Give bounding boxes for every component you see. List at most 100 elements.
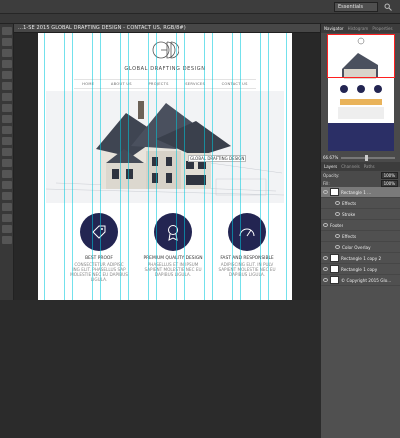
nav-item-contact[interactable]: CONTACT US	[222, 82, 248, 86]
layer-thumbnail	[330, 265, 339, 273]
logo-text: GLOBAL DRAFTING DESIGN	[124, 66, 206, 72]
layers-panel-tabs: Layers Channels Paths	[321, 162, 400, 171]
brush-tool-icon[interactable]	[2, 104, 12, 112]
eye-icon[interactable]	[335, 234, 340, 238]
nav-item-home[interactable]: HOME	[82, 82, 94, 86]
type-tool-icon[interactable]	[2, 192, 12, 200]
zoom-tool-icon[interactable]	[2, 236, 12, 244]
feature-desc: CONSECTETUR ADIPISC ING ELIT. PHASELLUS …	[70, 262, 128, 282]
eye-icon[interactable]	[335, 212, 340, 216]
eye-icon[interactable]	[323, 223, 328, 227]
layer-row[interactable]: Stroke	[321, 209, 400, 220]
layers-fill-row: Fill: 100%	[321, 179, 400, 187]
layer-row[interactable]: Color Overlay	[321, 242, 400, 253]
dodge-tool-icon[interactable]	[2, 170, 12, 178]
house-illustration	[46, 101, 284, 196]
gradient-tool-icon[interactable]	[2, 148, 12, 156]
layer-row[interactable]: Rectangle 1 ...	[321, 187, 400, 198]
search-icon[interactable]	[384, 3, 392, 11]
layers-opacity-row: Opacity: 100%	[321, 171, 400, 179]
zoom-slider[interactable]	[341, 154, 396, 161]
navigator-zoom-row: 66.67%	[321, 153, 400, 162]
zoom-value[interactable]: 66.67%	[323, 155, 338, 160]
nav-item-about[interactable]: ABOUT US	[111, 82, 132, 86]
marquee-tool-icon[interactable]	[2, 38, 12, 46]
opacity-field[interactable]: 100%	[380, 171, 398, 179]
nav-item-projects[interactable]: PROJECTS	[148, 82, 168, 86]
tab-layers[interactable]: Layers	[324, 164, 337, 169]
award-ribbon-icon	[168, 225, 178, 241]
eye-icon[interactable]	[323, 190, 328, 194]
layer-thumbnail	[330, 276, 339, 284]
layer-row[interactable]: Effects	[321, 231, 400, 242]
tab-histogram[interactable]: Histogram	[348, 26, 369, 31]
history-brush-tool-icon[interactable]	[2, 126, 12, 134]
navigator-view-box[interactable]	[327, 34, 395, 78]
layer-row[interactable]: Rectangle 1 copy	[321, 264, 400, 275]
eye-icon[interactable]	[335, 201, 340, 205]
guide-line	[44, 33, 45, 300]
stamp-tool-icon[interactable]	[2, 115, 12, 123]
document-tab-title: ...1-SE 2015 GLOBAL DRAFTING DESIGN - CO…	[18, 25, 186, 31]
tools-panel	[0, 24, 14, 300]
eye-icon[interactable]	[323, 278, 328, 282]
canvas-area[interactable]: GLOBAL DRAFTING DESIGN HOME ABOUT US PRO…	[14, 33, 320, 300]
feature-desc: ADIPISCING ELIT. IN PULV SAPIENT MOLESTI…	[218, 262, 276, 277]
layer-thumbnail	[330, 254, 339, 262]
navigator-preview[interactable]	[321, 33, 400, 153]
site-nav: HOME ABOUT US PROJECTS SERVICES CONTACT …	[74, 79, 256, 89]
path-select-tool-icon[interactable]	[2, 203, 12, 211]
pen-tool-icon[interactable]	[2, 181, 12, 189]
hero-caption: GLOBAL DRAFTING DESIGN	[188, 155, 247, 162]
feature-fast-responsible: FAST AND RESPONSIBLE ADIPISCING ELIT. IN…	[212, 213, 282, 277]
workspace-select[interactable]: Essentials	[334, 2, 378, 12]
options-bar	[0, 14, 400, 24]
shape-tool-icon[interactable]	[2, 214, 12, 222]
blur-tool-icon[interactable]	[2, 159, 12, 167]
tab-channels[interactable]: Channels	[341, 164, 360, 169]
quick-select-tool-icon[interactable]	[2, 60, 12, 68]
eye-icon[interactable]	[323, 267, 328, 271]
layers-panel: Layers Channels Paths Opacity: 100% Fill…	[321, 162, 400, 438]
gdd-logo-icon	[152, 41, 179, 59]
feature-desc: PHASELLUS ET IN IPSUM SAPIENT MOLESTIE N…	[144, 262, 202, 277]
layer-name: Rectangle 1 copy	[341, 266, 378, 272]
feature-circle	[228, 213, 266, 251]
site-logo: GLOBAL DRAFTING DESIGN	[38, 37, 292, 72]
nav-item-services[interactable]: SERVICES	[185, 82, 205, 86]
tab-navigator[interactable]: Navigator	[324, 26, 344, 31]
document-tab[interactable]: ...1-SE 2015 GLOBAL DRAFTING DESIGN - CO…	[14, 24, 334, 33]
menu-bar: Essentials	[0, 0, 400, 14]
hero-image	[46, 91, 284, 203]
layer-row[interactable]: Footer	[321, 220, 400, 231]
feature-circle	[80, 213, 118, 251]
price-tag-icon	[92, 225, 106, 239]
healing-tool-icon[interactable]	[2, 93, 12, 101]
move-tool-icon[interactable]	[2, 27, 12, 35]
eraser-tool-icon[interactable]	[2, 137, 12, 145]
crop-tool-icon[interactable]	[2, 71, 12, 79]
layer-name: Effects	[342, 233, 357, 239]
fill-label: Fill:	[323, 180, 330, 186]
layer-name: Color Overlay	[342, 244, 371, 250]
feature-title: PREMIUM QUALITY DESIGN	[143, 256, 203, 261]
feature-best-proof: BEST PROOF CONSECTETUR ADIPISC ING ELIT.…	[64, 213, 134, 282]
tab-properties[interactable]: Properties	[372, 26, 392, 31]
layer-name: Effects	[342, 200, 357, 206]
fill-field[interactable]: 100%	[380, 179, 398, 187]
eye-icon[interactable]	[335, 245, 340, 249]
layer-row[interactable]: Effects	[321, 198, 400, 209]
speedometer-icon	[239, 228, 255, 237]
guide-line	[286, 33, 287, 300]
artboard[interactable]: GLOBAL DRAFTING DESIGN HOME ABOUT US PRO…	[38, 33, 292, 300]
layer-row[interactable]: Rectangle 1 copy 2	[321, 253, 400, 264]
tab-paths[interactable]: Paths	[364, 164, 375, 169]
layer-row[interactable]: © Copyright 2015 Glo...	[321, 275, 400, 286]
eye-icon[interactable]	[323, 256, 328, 260]
eyedropper-tool-icon[interactable]	[2, 82, 12, 90]
hand-tool-icon[interactable]	[2, 225, 12, 233]
opacity-label: Opacity:	[323, 172, 340, 178]
feature-premium-quality: PREMIUM QUALITY DESIGN PHASELLUS ET IN I…	[138, 213, 208, 277]
zoom-slider-knob[interactable]	[365, 154, 369, 161]
lasso-tool-icon[interactable]	[2, 49, 12, 57]
